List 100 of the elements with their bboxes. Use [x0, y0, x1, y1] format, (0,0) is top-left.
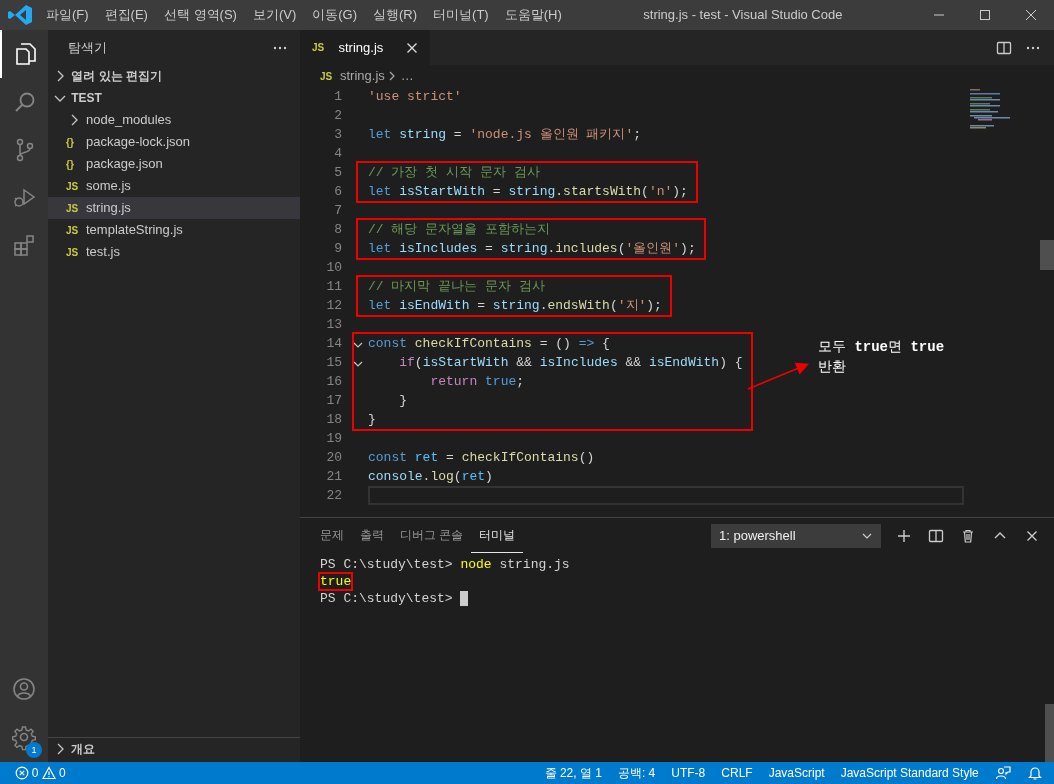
file-item[interactable]: {} package-lock.json: [48, 131, 300, 153]
file-item[interactable]: JS test.js: [48, 241, 300, 263]
annotation-note: 모두 true면 true 반환: [818, 338, 945, 377]
menu-item[interactable]: 선택 영역(S): [155, 0, 245, 30]
line-number: 10: [325, 259, 342, 277]
line-number: 13: [325, 316, 342, 334]
line-number: 9: [333, 240, 342, 258]
code-line: let string = 'node.js 올인원 패키지';: [368, 126, 643, 144]
editor-tab[interactable]: JS string.js: [300, 30, 430, 65]
json-file-icon: {}: [66, 156, 82, 172]
status-item[interactable]: 공백: 4: [609, 764, 664, 782]
code-line: const ret = checkIfContains(): [368, 449, 596, 467]
code-line: 'use strict': [368, 88, 463, 106]
sidebar-title: 탐색기: [68, 38, 107, 57]
line-number: 7: [333, 202, 342, 220]
line-number: 12: [325, 297, 342, 315]
warning-count: 0: [58, 765, 66, 782]
scrollbar-thumb[interactable]: [1040, 240, 1054, 270]
code-line: let isEndWith = string.endsWith('지');: [368, 297, 662, 315]
warning-icon: [41, 766, 56, 780]
line-number: 22: [325, 487, 342, 505]
panel-tab[interactable]: 출력: [352, 518, 392, 553]
js-file-icon: JS: [66, 178, 82, 194]
js-file-icon: JS: [66, 200, 82, 216]
status-item[interactable]: JavaScript Standard Style: [832, 764, 987, 782]
js-file-icon: JS: [320, 68, 336, 84]
status-item[interactable]: JavaScript: [760, 764, 833, 782]
menu-item[interactable]: 이동(G): [304, 0, 366, 30]
maximize-icon[interactable]: [979, 9, 991, 21]
line-number: 15: [325, 354, 342, 372]
account-icon[interactable]: [12, 677, 38, 703]
menu-item[interactable]: 실행(R): [365, 0, 426, 30]
error-icon: [14, 766, 29, 780]
panel-tab[interactable]: 터미널: [471, 518, 524, 553]
line-number: 20: [325, 449, 342, 467]
menu-item[interactable]: 도움말(H): [496, 0, 570, 30]
menu-item[interactable]: 보기(V): [244, 0, 305, 30]
file-name: package-lock.json: [86, 133, 191, 152]
line-number: 1: [333, 88, 342, 106]
line-number: 8: [333, 221, 342, 239]
line-number: 18: [325, 411, 342, 429]
line-number: 4: [333, 145, 342, 163]
file-item[interactable]: node_modules: [48, 109, 300, 131]
menu-item[interactable]: 파일(F): [38, 0, 97, 30]
line-number: 14: [325, 335, 342, 353]
split-editor-icon[interactable]: [996, 39, 1012, 56]
terminal-select[interactable]: 1: powershell: [711, 523, 881, 548]
file-item[interactable]: {} package.json: [48, 153, 300, 175]
code-line: if(isStartWith && isIncludes && isEndWith) {: [398, 354, 743, 372]
code-line: let isStartWith = string.startsWith('n');: [368, 183, 688, 201]
line-number: 21: [325, 468, 342, 486]
status-item[interactable]: CRLF: [713, 764, 761, 782]
tab-label: string.js: [338, 38, 384, 57]
breadcrumb-item[interactable]: …: [400, 66, 414, 86]
close-icon[interactable]: [1025, 9, 1037, 21]
panel-tab[interactable]: 디버그 콘솔: [392, 518, 472, 553]
section-header[interactable]: TEST: [71, 89, 102, 107]
js-file-icon: JS: [66, 244, 82, 260]
notification-badge: 1: [26, 742, 42, 758]
line-number: 11: [325, 278, 342, 296]
file-item[interactable]: JS templateString.js: [48, 219, 300, 241]
line-number: 17: [325, 392, 342, 410]
file-item[interactable]: JS string.js: [48, 197, 300, 219]
file-name: test.js: [86, 243, 120, 262]
code-line: console.log(ret): [368, 468, 494, 486]
breadcrumb-item[interactable]: string.js: [340, 66, 385, 86]
code-line: let isIncludes = string.includes('올인원');: [368, 240, 696, 258]
section-header[interactable]: 개요: [71, 740, 96, 758]
section-header[interactable]: 열려 있는 편집기: [71, 67, 162, 85]
file-item[interactable]: JS some.js: [48, 175, 300, 197]
feedback-icon[interactable]: [994, 765, 1011, 781]
line-number: 3: [333, 126, 342, 144]
code-line: const checkIfContains = () => {: [368, 335, 611, 353]
split-terminal-icon[interactable]: [927, 527, 944, 544]
plus-icon[interactable]: [895, 527, 912, 544]
line-number: 16: [325, 373, 342, 391]
window-title: string.js - test - Visual Studio Code: [643, 6, 843, 24]
status-item[interactable]: UTF-8: [663, 764, 714, 782]
code-line: // 해당 문자열을 포함하는지: [368, 221, 551, 239]
code-line: return true;: [429, 373, 526, 391]
settings-icon[interactable]: [12, 725, 38, 751]
error-count: 0: [31, 765, 39, 782]
file-name: templateString.js: [86, 221, 183, 240]
panel-tab[interactable]: 문제: [312, 518, 352, 553]
line-number: 19: [325, 430, 342, 448]
code-line: // 마지막 끝나는 문자 검사: [368, 278, 546, 296]
menu-item[interactable]: 편집(E): [96, 0, 156, 30]
js-file-icon: JS: [312, 40, 328, 55]
js-file-icon: JS: [66, 222, 82, 238]
file-name: node_modules: [86, 111, 172, 130]
code-line: }: [368, 411, 377, 429]
file-name: some.js: [86, 177, 131, 196]
line-number: 6: [333, 183, 342, 201]
status-item[interactable]: 줄 22, 열 1: [536, 764, 610, 782]
scrollbar-thumb[interactable]: [1045, 704, 1054, 762]
line-number: 2: [333, 107, 342, 125]
problems-status[interactable]: 0 0: [6, 764, 74, 782]
bell-icon[interactable]: [1026, 765, 1043, 781]
terminal-text: PS C:\study\test>: [320, 591, 454, 607]
menu-item[interactable]: 터미널(T): [425, 0, 497, 30]
